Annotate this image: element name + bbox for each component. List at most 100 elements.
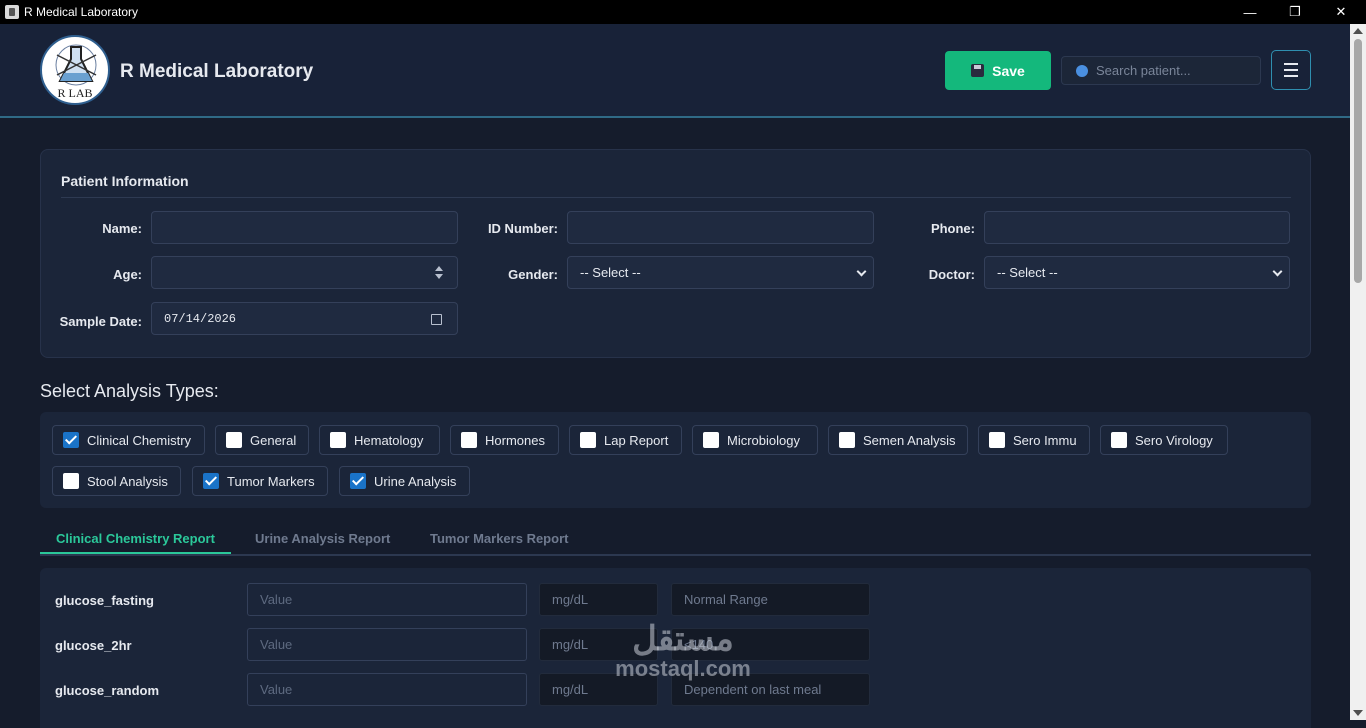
gender-label: Gender: [508,267,558,282]
watermark-arabic: مستقل [632,620,734,658]
phone-field[interactable] [984,211,1290,244]
age-label: Age: [113,267,142,282]
checkbox-icon[interactable] [989,432,1005,448]
app-icon [5,5,19,19]
checkbox-label: Tumor Markers [227,473,315,489]
tab-clinical-chemistry-report[interactable]: Clinical Chemistry Report [56,531,215,546]
value-input[interactable]: Value [247,583,527,616]
test-name: glucose_2hr [55,638,132,653]
doctor-select[interactable]: -- Select -- [984,256,1290,289]
name-label: Name: [102,221,142,236]
sample-date-field[interactable]: 07/14/2026 [151,302,458,335]
id-number-label: ID Number: [487,221,558,236]
search-box[interactable] [1061,56,1261,85]
doctor-select-value: -- Select -- [997,265,1058,280]
tab-tumor-markers-report[interactable]: Tumor Markers Report [430,531,568,546]
gender-select-value: -- Select -- [580,265,641,280]
checkbox-label: Hormones [485,432,545,448]
gender-select[interactable]: -- Select -- [567,256,874,289]
sample-date-value: 07/14/2026 [164,311,237,326]
minimize-button[interactable]: — [1227,0,1273,24]
patient-section-title: Patient Information [61,173,189,189]
vertical-scrollbar[interactable] [1350,24,1366,720]
analysis-checkbox-clinical-chemistry[interactable]: Clinical Chemistry [52,425,205,455]
test-name: glucose_random [55,683,160,698]
scroll-down-icon[interactable] [1353,710,1363,716]
analysis-checkbox-hormones[interactable]: Hormones [450,425,559,455]
checkbox-label: Sero Immu [1013,432,1077,448]
save-button-label: Save [992,62,1025,79]
close-button[interactable]: ✕ [1318,0,1364,24]
checkbox-icon[interactable] [63,473,79,489]
value-input[interactable]: Value [247,628,527,661]
spin-down-icon[interactable] [435,274,443,279]
checkbox-icon[interactable] [63,432,79,448]
value-input[interactable]: Value [247,673,527,706]
save-button[interactable]: Save [945,51,1051,90]
id-number-field[interactable] [567,211,874,244]
checkbox-label: Hematology [354,432,424,448]
mostaql-watermark: مستقل mostaql.com [598,622,768,680]
patient-information-card: Patient Information Name: ID Number: Pho… [40,149,1311,358]
checkbox-icon[interactable] [461,432,477,448]
analysis-checkbox-sero-immu[interactable]: Sero Immu [978,425,1090,455]
checkbox-icon[interactable] [580,432,596,448]
search-input[interactable] [1096,63,1246,78]
checkbox-icon[interactable] [330,432,346,448]
analysis-checkbox-microbiology[interactable]: Microbiology [692,425,818,455]
checkbox-label: Urine Analysis [374,473,457,489]
checkbox-label: General [250,432,297,448]
watermark-url: mostaql.com [615,656,751,681]
age-field[interactable] [151,256,458,289]
doctor-label: Doctor: [928,267,975,282]
name-field[interactable] [151,211,458,244]
checkbox-icon[interactable] [703,432,719,448]
analysis-section-title: Select Analysis Types: [40,381,219,401]
analysis-checkbox-urine-analysis[interactable]: Urine Analysis [339,466,470,496]
checkbox-label: Lap Report [604,432,669,448]
analysis-checkbox-hematology[interactable]: Hematology [319,425,440,455]
menu-line-icon [1284,69,1298,71]
checkbox-label: Microbiology [727,432,800,448]
analysis-checkbox-semen-analysis[interactable]: Semen Analysis [828,425,968,455]
spin-up-icon[interactable] [435,266,443,271]
checkbox-label: Clinical Chemistry [87,432,192,448]
checkbox-label: Stool Analysis [87,473,168,489]
chevron-down-icon [856,266,867,277]
window-title: R Medical Laboratory [24,5,139,19]
phone-label: Phone: [930,221,975,236]
normal-range-field[interactable]: Normal Range [671,583,870,616]
analysis-types-panel: Clinical Chemistry General Hematology Ho… [40,412,1311,508]
sample-date-label: Sample Date: [59,314,142,329]
checkbox-icon[interactable] [350,473,366,489]
floppy-disk-icon [971,64,985,77]
app-header: R LAB R Medical Laboratory Save [0,24,1350,118]
analysis-checkbox-general[interactable]: General [215,425,309,455]
brand-title: R Medical Laboratory [120,61,314,82]
checkbox-icon[interactable] [1111,432,1127,448]
report-tabs: Clinical Chemistry Report Urine Analysis… [40,525,1311,556]
hamburger-menu-button[interactable] [1271,50,1311,90]
active-tab-indicator [40,552,231,554]
scroll-up-icon[interactable] [1353,28,1363,34]
analysis-checkbox-stool-analysis[interactable]: Stool Analysis [52,466,181,496]
checkbox-icon[interactable] [203,473,219,489]
checkbox-icon[interactable] [839,432,855,448]
checkbox-label: Sero Virology [1135,432,1213,448]
section-divider [61,197,1291,198]
checkbox-label: Semen Analysis [863,432,956,448]
analysis-checkbox-sero-virology[interactable]: Sero Virology [1100,425,1228,455]
scrollbar-thumb[interactable] [1354,39,1362,283]
maximize-button[interactable]: ❐ [1272,0,1318,24]
menu-line-icon [1284,75,1298,77]
tab-urine-analysis-report[interactable]: Urine Analysis Report [255,531,390,546]
logo-text: R LAB [57,86,93,100]
checkbox-icon[interactable] [226,432,242,448]
window-titlebar: R Medical Laboratory — ❐ ✕ [0,0,1366,24]
chevron-down-icon [1272,266,1283,277]
analysis-checkbox-tumor-markers[interactable]: Tumor Markers [192,466,328,496]
calendar-icon[interactable] [431,314,442,325]
analysis-checkbox-lap-report[interactable]: Lap Report [569,425,682,455]
unit-field[interactable]: mg/dL [539,583,658,616]
lab-logo: R LAB [40,35,110,105]
